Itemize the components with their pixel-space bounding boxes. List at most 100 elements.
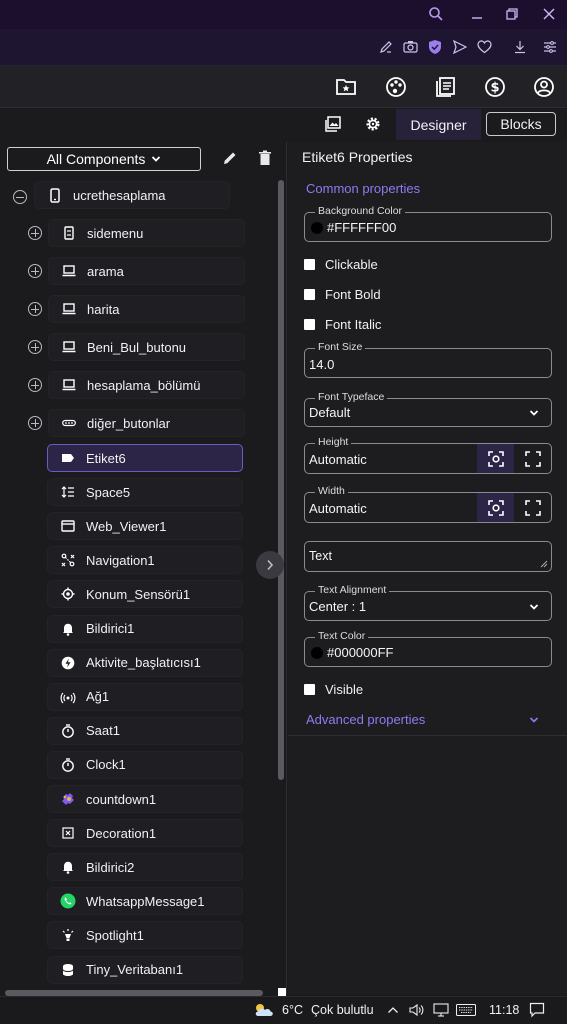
tree-root[interactable]: ucrethesaplama (34, 181, 230, 209)
text-textarea[interactable]: Text (304, 541, 552, 572)
checkbox-box[interactable] (304, 683, 315, 695)
tree-item-arama[interactable]: arama (48, 257, 245, 285)
text-alignment-select[interactable]: Text Alignment Center : 1 (304, 584, 552, 621)
width-field[interactable]: Width Automatic (304, 485, 552, 523)
palette-icon[interactable] (384, 75, 408, 99)
speaker-icon[interactable] (409, 1003, 425, 1017)
visible-checkbox[interactable]: Visible (304, 681, 363, 697)
network-icon[interactable] (433, 1003, 449, 1017)
trash-icon[interactable] (258, 150, 274, 168)
tree-item-aktivite-ba-lat-c-s-1[interactable]: Aktivite_başlatıcısı1 (47, 648, 243, 677)
decoration-icon (60, 825, 76, 841)
spotlight-icon (60, 927, 76, 943)
tree-item-konum-sens-r-1[interactable]: Konum_Sensörü1 (47, 580, 243, 609)
advanced-properties-link[interactable]: Advanced properties (306, 712, 425, 727)
text-color-field[interactable]: Text Color #000000FF (304, 630, 552, 667)
menu-icon[interactable] (541, 38, 559, 56)
tree-item-harita[interactable]: harita (48, 295, 245, 323)
component-filter-dropdown[interactable]: All Components (7, 147, 201, 171)
expand-icon[interactable] (28, 302, 42, 316)
tree-item-hesaplama-b-l-m-[interactable]: hesaplama_bölümü (48, 371, 245, 399)
cloud-icon[interactable] (253, 1002, 275, 1018)
fit-content-icon[interactable] (477, 493, 514, 522)
expand-icon[interactable] (28, 340, 42, 354)
gear-icon[interactable] (365, 116, 383, 134)
close-icon[interactable] (538, 4, 560, 24)
spacing-icon (60, 484, 76, 500)
tree-item-sidemenu[interactable]: sidemenu (48, 219, 245, 247)
designer-button[interactable]: Designer (396, 109, 481, 140)
whatsapp-icon (60, 893, 76, 909)
checkbox-box[interactable] (304, 318, 315, 330)
pencil-icon[interactable] (222, 150, 240, 168)
tree-item-bildirici2[interactable]: Bildirici2 (47, 853, 243, 882)
fullscreen-icon[interactable] (514, 444, 551, 473)
document-list-icon[interactable] (434, 75, 458, 99)
tree-item-spotlight1[interactable]: Spotlight1 (47, 921, 243, 950)
chevron-up-icon[interactable] (387, 1005, 399, 1015)
clickable-checkbox[interactable]: Clickable (304, 256, 378, 272)
account-icon[interactable] (532, 75, 556, 99)
svg-text:$: $ (490, 81, 499, 96)
collapse-panel-button[interactable] (256, 551, 284, 579)
checkbox-box[interactable] (304, 288, 315, 300)
weather-text: Çok bulutlu (311, 1003, 374, 1017)
fit-content-icon[interactable] (477, 444, 514, 473)
tree-item-whatsappmessage1[interactable]: WhatsappMessage1 (47, 887, 243, 916)
height-value: Automatic (309, 452, 367, 467)
blocks-button[interactable]: Blocks (486, 112, 556, 136)
tree-item-web-viewer1[interactable]: Web_Viewer1 (47, 512, 243, 541)
chevron-down-icon[interactable] (529, 716, 539, 724)
search-icon[interactable] (425, 4, 447, 24)
font-italic-label: Font Italic (325, 316, 382, 332)
send-icon[interactable] (451, 38, 469, 56)
tree-item-clock1[interactable]: Clock1 (47, 750, 243, 779)
font-typeface-select[interactable]: Font Typeface Default (304, 391, 552, 427)
laptop-icon (61, 377, 77, 393)
tree-item-label: Web_Viewer1 (86, 518, 167, 534)
tree-item-etiket6[interactable]: Etiket6 (47, 444, 243, 472)
download-icon[interactable] (511, 38, 529, 56)
keyboard-icon[interactable] (456, 1004, 476, 1016)
heart-icon[interactable] (475, 38, 493, 56)
tree-item-a-1[interactable]: Ağ1 (47, 682, 243, 711)
lightning-icon (60, 655, 76, 671)
expand-icon[interactable] (28, 378, 42, 392)
tree-item-saat1[interactable]: Saat1 (47, 716, 243, 745)
folder-star-icon[interactable] (334, 75, 358, 99)
fullscreen-icon[interactable] (514, 493, 551, 522)
font-size-field[interactable]: Font Size 14.0 (304, 341, 552, 378)
camera-icon[interactable] (401, 38, 419, 56)
tree-item-beni-bul-butonu[interactable]: Beni_Bul_butonu (48, 333, 245, 361)
font-italic-checkbox[interactable]: Font Italic (304, 316, 381, 332)
tree-scrollbar[interactable] (278, 180, 284, 780)
tree-item-decoration1[interactable]: Decoration1 (47, 819, 243, 848)
text-alignment-value: Center : 1 (309, 599, 367, 614)
checkbox-box[interactable] (304, 258, 315, 270)
background-color-field[interactable]: Background Color #FFFFFF00 (304, 205, 552, 242)
tree-item-navigation1[interactable]: Navigation1 (47, 546, 243, 575)
expand-icon[interactable] (28, 264, 42, 278)
browser-title-bar (0, 0, 567, 29)
expand-icon[interactable] (28, 416, 42, 430)
common-properties-link[interactable]: Common properties (306, 181, 420, 196)
tree-item-tiny-veritaban-1[interactable]: Tiny_Veritabanı1 (47, 955, 243, 984)
image-icon[interactable] (325, 116, 343, 134)
tree-item-di-er-butonlar[interactable]: diğer_butonlar (48, 409, 245, 437)
edit-icon[interactable] (377, 38, 395, 56)
component-filter-label: All Components (46, 151, 146, 167)
dollar-icon[interactable]: $ (483, 75, 507, 99)
text-color-value: #000000FF (327, 645, 394, 660)
minimize-icon[interactable] (466, 4, 488, 24)
tree-item-space5[interactable]: Space5 (47, 478, 243, 507)
collapse-icon[interactable] (13, 190, 27, 204)
resize-handle-icon[interactable] (540, 560, 548, 568)
expand-icon[interactable] (28, 226, 42, 240)
tree-item-bildirici1[interactable]: Bildirici1 (47, 614, 243, 643)
notification-icon[interactable] (529, 1002, 545, 1018)
shield-check-icon[interactable] (426, 38, 444, 56)
restore-icon[interactable] (501, 4, 523, 24)
height-field[interactable]: Height Automatic (304, 436, 552, 474)
tree-item-countdown1[interactable]: countdown1 (47, 785, 243, 813)
font-bold-checkbox[interactable]: Font Bold (304, 286, 381, 302)
